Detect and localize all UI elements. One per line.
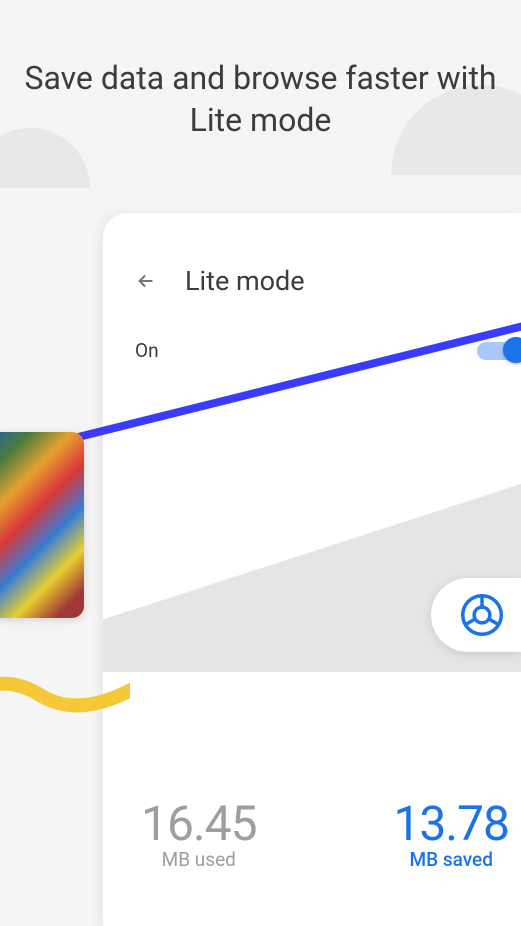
page-title: Save data and browse faster with Lite mo… — [0, 58, 521, 141]
decorative-wave — [0, 660, 130, 730]
stat-saved: 13.78 MB saved — [393, 795, 509, 871]
stat-used-value: 16.45 — [141, 795, 257, 852]
toggle-label: On — [135, 339, 159, 362]
stat-saved-value: 13.78 — [393, 795, 509, 852]
card-header: Lite mode — [103, 213, 521, 325]
chrome-button[interactable] — [431, 578, 521, 652]
image-thumbnail — [0, 432, 84, 618]
back-arrow-icon[interactable] — [135, 270, 157, 292]
stat-saved-label: MB saved — [393, 848, 509, 871]
data-stats: 16.45 MB used 13.78 MB saved — [103, 795, 521, 871]
chrome-icon — [461, 594, 503, 636]
card-title: Lite mode — [185, 265, 305, 297]
stat-used: 16.45 MB used — [141, 795, 257, 871]
